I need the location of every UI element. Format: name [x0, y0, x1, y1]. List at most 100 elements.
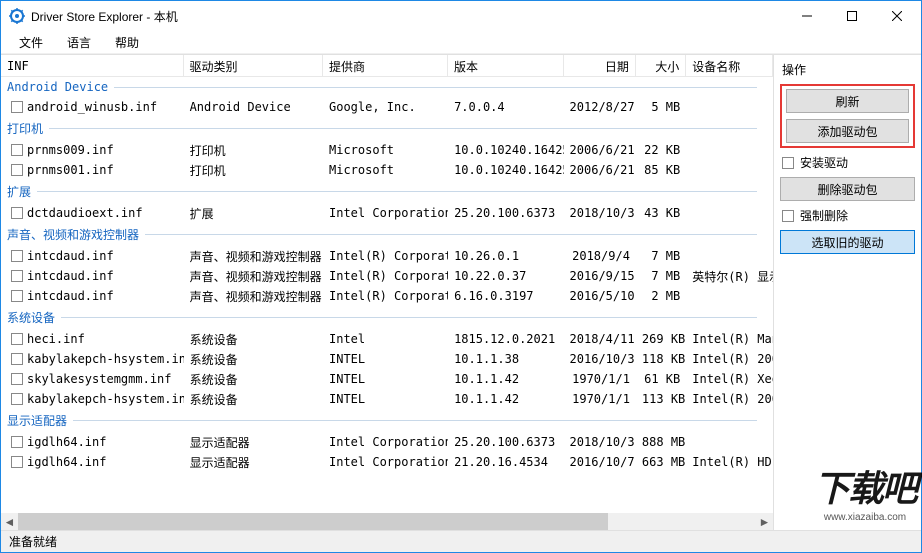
content-area: INF 驱动类别 提供商 版本 日期 大小 设备名称 Android Devic…: [1, 54, 921, 530]
row-checkbox[interactable]: [11, 270, 23, 282]
cell-provider: Intel(R) Corporation: [323, 249, 448, 263]
delete-driver-button[interactable]: 删除驱动包: [780, 177, 915, 201]
table-row[interactable]: prnms001.inf打印机Microsoft10.0.10240.16425…: [1, 160, 773, 180]
table-row[interactable]: igdlh64.inf显示适配器Intel Corporation21.20.1…: [1, 452, 773, 472]
row-checkbox[interactable]: [11, 353, 23, 365]
table-row[interactable]: dctdaudioext.inf扩展Intel Corporation25.20…: [1, 203, 773, 223]
table-row[interactable]: intcdaud.inf声音、视频和游戏控制器Intel(R) Corporat…: [1, 286, 773, 306]
cell-device: Intel(R) HD G: [686, 455, 773, 469]
row-checkbox[interactable]: [11, 393, 23, 405]
table-row[interactable]: prnms009.inf打印机Microsoft10.0.10240.16425…: [1, 140, 773, 160]
col-device[interactable]: 设备名称: [686, 55, 773, 76]
group-header[interactable]: 扩展: [1, 180, 773, 203]
horizontal-scrollbar[interactable]: ◄ ►: [1, 513, 773, 530]
cell-date: 2016/5/10: [564, 289, 636, 303]
col-size[interactable]: 大小: [636, 55, 686, 76]
cell-inf: prnms001.inf: [27, 163, 114, 177]
cell-class: 系统设备: [184, 371, 323, 388]
table-row[interactable]: igdlh64.inf显示适配器Intel Corporation25.20.1…: [1, 432, 773, 452]
list-body[interactable]: Android Deviceandroid_winusb.infAndroid …: [1, 77, 773, 513]
col-date[interactable]: 日期: [564, 55, 636, 76]
cell-device: Intel(R) 200: [686, 392, 773, 406]
cell-size: 5 MB: [636, 100, 686, 114]
cell-provider: INTEL: [323, 372, 448, 386]
cell-size: 663 MB: [636, 455, 686, 469]
menu-help[interactable]: 帮助: [103, 32, 151, 53]
group-header[interactable]: 系统设备: [1, 306, 773, 329]
refresh-button[interactable]: 刷新: [786, 89, 909, 113]
group-header[interactable]: 显示适配器: [1, 409, 773, 432]
maximize-button[interactable]: [829, 1, 874, 31]
menu-language[interactable]: 语言: [55, 32, 103, 53]
cell-version: 25.20.100.6373: [448, 206, 563, 220]
install-driver-row[interactable]: 安装驱动: [780, 154, 915, 171]
col-provider[interactable]: 提供商: [323, 55, 448, 76]
ops-title: 操作: [780, 61, 915, 78]
table-row[interactable]: intcdaud.inf声音、视频和游戏控制器Intel(R) Corporat…: [1, 266, 773, 286]
select-old-button[interactable]: 选取旧的驱动: [780, 230, 915, 254]
cell-size: 118 KB: [636, 352, 686, 366]
cell-size: 61 KB: [636, 372, 686, 386]
row-checkbox[interactable]: [11, 250, 23, 262]
cell-class: 扩展: [184, 205, 323, 222]
cell-device: 英特尔(R) 显示: [686, 268, 773, 285]
table-row[interactable]: skylakesystemgmm.inf系统设备INTEL10.1.1.4219…: [1, 369, 773, 389]
cell-date: 2012/8/27: [564, 100, 636, 114]
row-checkbox[interactable]: [11, 373, 23, 385]
force-delete-row[interactable]: 强制删除: [780, 207, 915, 224]
list-header: INF 驱动类别 提供商 版本 日期 大小 设备名称: [1, 55, 773, 77]
menu-bar: 文件 语言 帮助: [1, 31, 921, 53]
row-checkbox[interactable]: [11, 456, 23, 468]
row-checkbox[interactable]: [11, 144, 23, 156]
cell-provider: INTEL: [323, 352, 448, 366]
group-header[interactable]: 打印机: [1, 117, 773, 140]
scroll-thumb[interactable]: [18, 513, 608, 530]
row-checkbox[interactable]: [11, 101, 23, 113]
table-row[interactable]: android_winusb.infAndroid DeviceGoogle, …: [1, 97, 773, 117]
close-button[interactable]: [874, 1, 919, 31]
cell-date: 2016/10/7: [564, 455, 636, 469]
cell-class: 显示适配器: [184, 454, 323, 471]
minimize-button[interactable]: [784, 1, 829, 31]
col-version[interactable]: 版本: [448, 55, 563, 76]
scroll-right-button[interactable]: ►: [756, 513, 773, 530]
table-row[interactable]: kabylakepch-hsystem.inf系统设备INTEL10.1.1.3…: [1, 349, 773, 369]
group-header[interactable]: 声音、视频和游戏控制器: [1, 223, 773, 246]
cell-class: 系统设备: [184, 391, 323, 408]
cell-date: 2018/10/31: [564, 435, 636, 449]
window-title: Driver Store Explorer - 本机: [31, 8, 784, 25]
cell-inf: skylakesystemgmm.inf: [27, 372, 172, 386]
row-checkbox[interactable]: [11, 207, 23, 219]
cell-version: 10.22.0.37: [448, 269, 563, 283]
row-checkbox[interactable]: [11, 290, 23, 302]
cell-class: 系统设备: [184, 331, 323, 348]
driver-list-pane: INF 驱动类别 提供商 版本 日期 大小 设备名称 Android Devic…: [1, 55, 773, 530]
cell-class: 显示适配器: [184, 434, 323, 451]
table-row[interactable]: intcdaud.inf声音、视频和游戏控制器Intel(R) Corporat…: [1, 246, 773, 266]
cell-date: 2018/4/11: [564, 332, 636, 346]
table-row[interactable]: heci.inf系统设备Intel1815.12.0.20212018/4/11…: [1, 329, 773, 349]
row-checkbox[interactable]: [11, 333, 23, 345]
title-bar[interactable]: Driver Store Explorer - 本机: [1, 1, 921, 31]
cell-inf: igdlh64.inf: [27, 455, 106, 469]
menu-file[interactable]: 文件: [7, 32, 55, 53]
status-text: 准备就绪: [9, 533, 57, 550]
row-checkbox[interactable]: [11, 436, 23, 448]
table-row[interactable]: kabylakepch-hsystem.inf系统设备INTEL10.1.1.4…: [1, 389, 773, 409]
force-label: 强制删除: [800, 207, 848, 224]
install-checkbox[interactable]: [782, 157, 794, 169]
row-checkbox[interactable]: [11, 164, 23, 176]
cell-provider: Intel Corporation: [323, 206, 448, 220]
cell-class: 打印机: [184, 142, 323, 159]
cell-provider: Intel Corporation: [323, 455, 448, 469]
scroll-left-button[interactable]: ◄: [1, 513, 18, 530]
cell-inf: igdlh64.inf: [27, 435, 106, 449]
col-inf[interactable]: INF: [1, 55, 184, 76]
col-class[interactable]: 驱动类别: [184, 55, 323, 76]
cell-class: Android Device: [184, 100, 323, 114]
add-driver-button[interactable]: 添加驱动包: [786, 119, 909, 143]
cell-size: 85 KB: [636, 163, 686, 177]
cell-class: 打印机: [184, 162, 323, 179]
group-header[interactable]: Android Device: [1, 77, 773, 97]
force-checkbox[interactable]: [782, 210, 794, 222]
